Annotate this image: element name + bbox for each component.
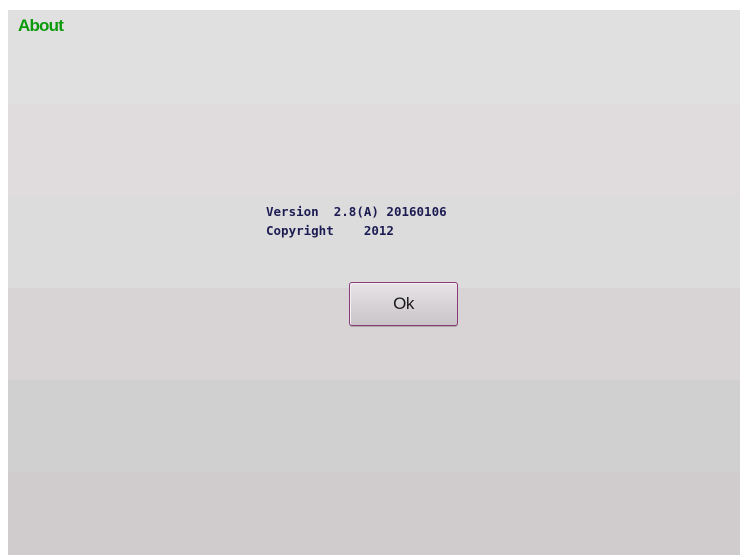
version-info: Version 2.8(A) 20160106 Copyright 2012 [266,202,447,240]
ok-button-label: Ok [393,294,414,313]
ok-button[interactable]: Ok [349,282,458,326]
copyright-value: 2012 [363,223,394,238]
window-title: About [18,16,64,35]
background-band [8,104,740,196]
background-band [8,472,740,555]
copyright-label: Copyright [266,223,334,238]
background-band [8,380,740,472]
about-window: About Version 2.8(A) 20160106 Copyright … [8,10,740,555]
background-band [8,10,740,104]
version-label: Version [266,204,319,219]
version-value: 2.8(A) 20160106 [333,204,447,219]
